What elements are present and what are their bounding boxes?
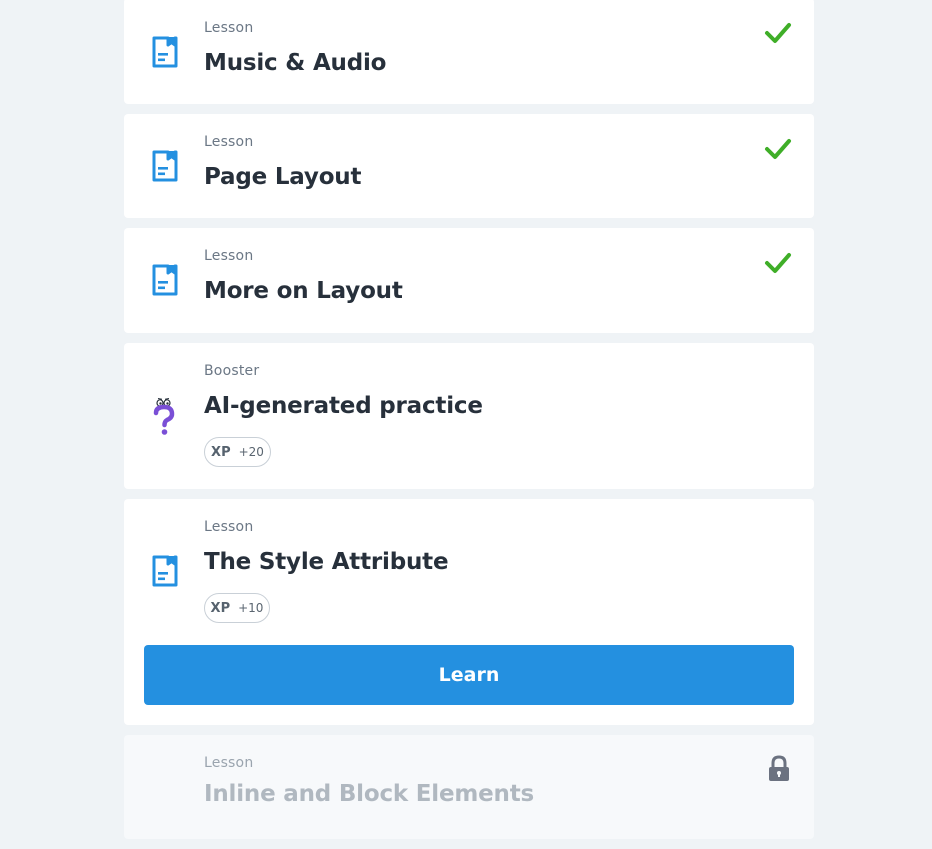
- lesson-type-label: Lesson: [204, 755, 254, 771]
- booster-type-label: Booster: [204, 363, 260, 379]
- lesson-icon: [152, 150, 178, 182]
- lesson-icon: [152, 36, 178, 68]
- lesson-type-label: Lesson: [204, 20, 254, 36]
- lesson-title: Page Layout: [204, 164, 362, 190]
- lesson-card-current[interactable]: Lesson The Style Attribute XP +10 Learn: [124, 499, 814, 725]
- xp-label: XP: [210, 600, 231, 616]
- lesson-title: Music & Audio: [204, 50, 387, 76]
- lesson-title: Inline and Block Elements: [204, 781, 535, 807]
- lesson-title: More on Layout: [204, 278, 403, 304]
- xp-label: XP: [211, 444, 231, 460]
- booster-question-icon: [153, 398, 175, 435]
- lesson-title: The Style Attribute: [204, 549, 449, 575]
- lesson-card-locked: Lesson Inline and Block Elements: [124, 735, 814, 839]
- booster-title: AI-generated practice: [204, 393, 483, 419]
- lesson-card[interactable]: Lesson More on Layout: [124, 228, 814, 333]
- checkmark-icon: [765, 23, 791, 43]
- checkmark-icon: [765, 139, 791, 159]
- lock-icon: [769, 755, 789, 781]
- lesson-icon: [152, 264, 178, 296]
- lesson-icon: [152, 555, 178, 587]
- booster-card[interactable]: Booster AI-generated practice XP +20: [124, 343, 814, 489]
- lesson-card[interactable]: Lesson Page Layout: [124, 114, 814, 218]
- xp-value: +10: [238, 601, 264, 615]
- lesson-card[interactable]: Lesson Music & Audio: [124, 0, 814, 104]
- lesson-type-label: Lesson: [204, 248, 254, 264]
- learn-button[interactable]: Learn: [144, 645, 794, 705]
- lesson-type-label: Lesson: [204, 134, 254, 150]
- xp-badge: XP +10: [204, 593, 270, 623]
- checkmark-icon: [765, 253, 791, 273]
- xp-badge: XP +20: [204, 437, 271, 467]
- lesson-type-label: Lesson: [204, 519, 254, 535]
- xp-value: +20: [238, 445, 264, 459]
- lesson-list: Lesson Music & Audio Lesson Page Layout …: [124, 0, 814, 849]
